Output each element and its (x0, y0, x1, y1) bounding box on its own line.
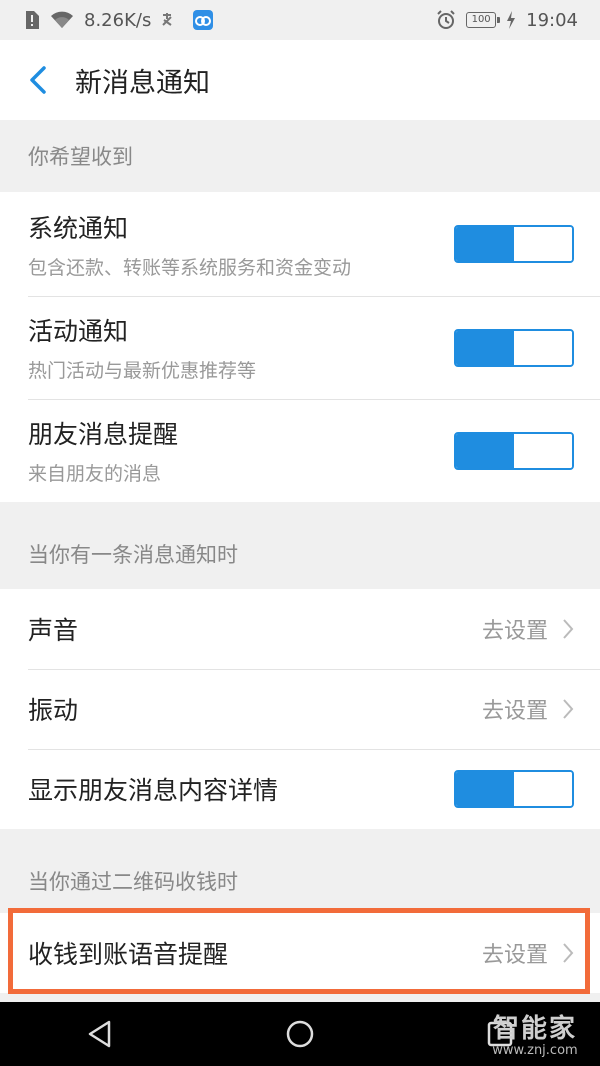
show-details-toggle[interactable] (454, 770, 574, 808)
chevron-right-icon (563, 943, 574, 963)
row-subtitle: 包含还款、转账等系统服务和资金变动 (28, 256, 352, 279)
triangle-back-icon (88, 1020, 111, 1048)
watermark: 智能家 www.znj.com (480, 1004, 590, 1062)
row-title: 活动通知 (28, 317, 129, 346)
row-system-notice: 系统通知 包含还款、转账等系统服务和资金变动 (0, 192, 600, 296)
nav-bar: 新消息通知 (0, 40, 600, 120)
status-right: 100 19:04 (436, 10, 578, 31)
row-title: 声音 (28, 616, 79, 645)
row-title: 显示朋友消息内容详情 (28, 776, 279, 805)
vibration-settings-link[interactable]: 去设置 (482, 693, 574, 725)
friend-message-toggle[interactable] (454, 431, 574, 470)
chevron-left-icon (29, 66, 46, 94)
cloud-app-icon (193, 10, 214, 30)
row-subtitle: 热门活动与最新优惠推荐等 (28, 360, 257, 382)
chevron-right-icon (563, 619, 574, 639)
action-label: 去设置 (481, 943, 548, 968)
sim-alert-icon (24, 10, 40, 30)
row-vibration[interactable]: 振动 去设置 (0, 669, 600, 749)
charging-icon (506, 11, 516, 29)
row-friend-message: 朋友消息提醒 来自朋友的消息 (0, 399, 600, 502)
activity-notice-toggle[interactable] (454, 328, 574, 367)
chevron-right-icon (563, 699, 574, 719)
network-speed: 8.26K/s (84, 9, 152, 31)
watermark-url: www.znj.com (492, 1043, 578, 1058)
row-show-details: 显示朋友消息内容详情 (0, 749, 600, 829)
section-header-on-notice: 当你有一条消息通知时 (0, 519, 600, 589)
section-header-qr-receive: 当你通过二维码收钱时 (0, 849, 600, 913)
watermark-logo: 智能家 (492, 1014, 577, 1044)
alarm-icon (436, 10, 456, 30)
row-title: 朋友消息提醒 (28, 420, 179, 449)
row-activity-notice: 活动通知 热门活动与最新优惠推荐等 (0, 296, 600, 399)
row-title: 振动 (28, 696, 79, 725)
app-notification-icon (161, 11, 183, 29)
row-subtitle: 来自朋友的消息 (28, 463, 162, 485)
row-title: 收钱到账语音提醒 (28, 940, 229, 969)
list-group-on-notice: 声音 去设置 振动 去设置 显示朋友消息内容详情 (0, 589, 600, 829)
row-sound[interactable]: 声音 去设置 (0, 589, 600, 669)
battery-icon: 100 (466, 12, 501, 28)
circle-home-icon (286, 1020, 314, 1048)
system-home-button[interactable] (270, 1004, 330, 1064)
clock: 19:04 (526, 9, 578, 31)
back-button[interactable] (0, 40, 75, 120)
list-group-qr-receive: 收钱到账语音提醒 去设置 (0, 913, 600, 993)
status-bar: 8.26K/s 100 19:04 (0, 0, 600, 40)
status-left: 8.26K/s (24, 9, 214, 31)
wifi-icon (50, 11, 74, 29)
page-title: 新消息通知 (75, 67, 210, 99)
action-label: 去设置 (481, 619, 548, 644)
action-label: 去设置 (481, 699, 548, 724)
system-back-button[interactable] (70, 1004, 130, 1064)
list-group-receive: 系统通知 包含还款、转账等系统服务和资金变动 活动通知 热门活动与最新优惠推荐等… (0, 192, 600, 502)
sound-settings-link[interactable]: 去设置 (482, 613, 574, 645)
row-title: 系统通知 (28, 213, 129, 243)
row-voice-alert[interactable]: 收钱到账语音提醒 去设置 (0, 913, 600, 993)
system-notice-toggle[interactable] (454, 225, 574, 263)
section-header-receive: 你希望收到 (0, 120, 600, 192)
voice-alert-settings-link[interactable]: 去设置 (482, 937, 574, 969)
